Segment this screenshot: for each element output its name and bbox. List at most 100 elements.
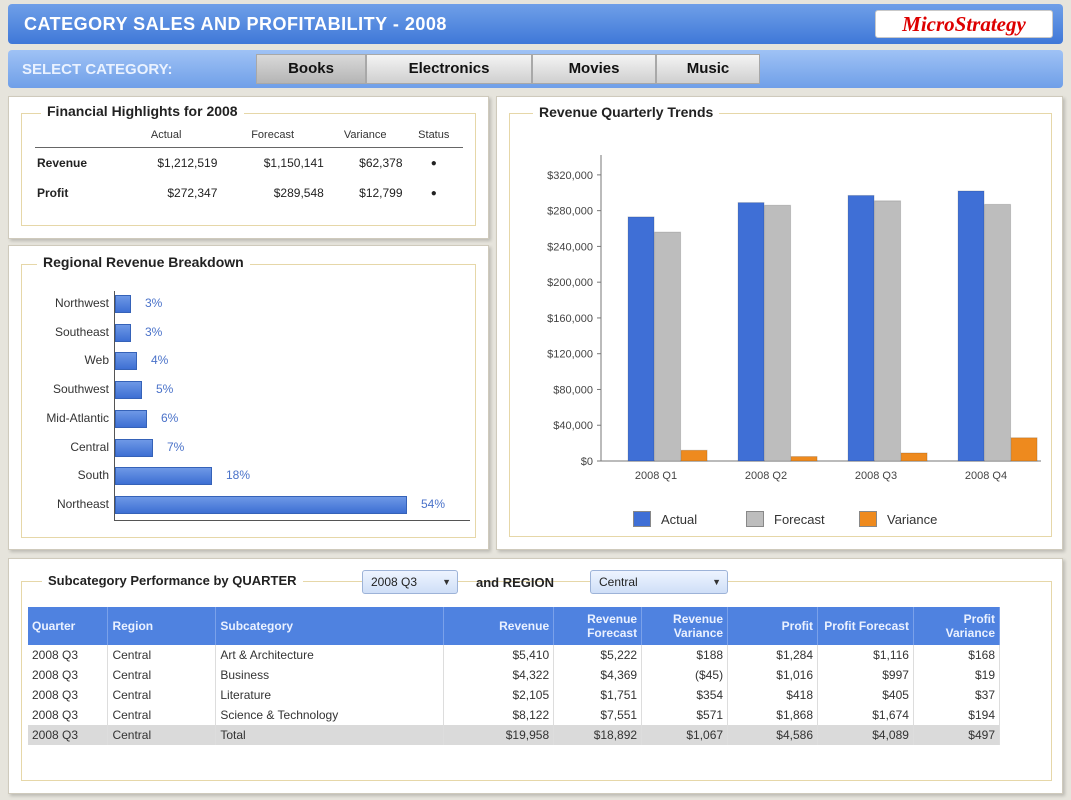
col-variance: Variance	[325, 127, 405, 148]
table-cell: $2,105	[443, 685, 555, 705]
table-cell: $1,674	[817, 705, 914, 725]
regional-bar-pct: 5%	[156, 382, 174, 397]
trend-bar-variance	[1010, 437, 1038, 462]
status-indicator: ●	[430, 157, 437, 169]
regional-bar-pct: 54%	[421, 496, 446, 511]
quarter-select[interactable]: 2008 Q3 ▼	[362, 570, 458, 594]
table-row: 2008 Q3 Central Science & Technology $8,122…	[28, 705, 1001, 725]
table-cell: $4,322	[443, 665, 555, 685]
dropdown-arrow-icon: ▼	[712, 577, 721, 587]
regional-bar-row: Web 4%	[9, 350, 479, 372]
regional-bar-label: South	[77, 468, 109, 483]
tab-books[interactable]: Books	[256, 54, 366, 84]
regional-bar-row: South 18%	[9, 465, 479, 487]
dropdown-arrow-icon: ▼	[442, 577, 451, 587]
regional-bar	[115, 495, 407, 514]
col-profit[interactable]: Profit	[727, 607, 818, 645]
legend-swatch-variance	[859, 511, 877, 527]
col-region[interactable]: Region	[107, 607, 217, 645]
tab-electronics[interactable]: Electronics	[366, 54, 532, 84]
status-indicator: ●	[430, 187, 437, 199]
table-cell: Science & Technology	[215, 705, 445, 725]
table-cell: 2008 Q3	[28, 665, 109, 685]
table-cell: $1,284	[727, 645, 818, 665]
table-row: Profit $272,347 $289,548 $12,799 ●	[35, 178, 463, 208]
table-cell: $4,089	[817, 725, 914, 745]
regional-bar-label: Mid-Atlantic	[46, 410, 109, 425]
row-label: Revenue	[37, 156, 88, 170]
region-select[interactable]: Central ▼	[590, 570, 728, 594]
regional-bar	[115, 409, 147, 428]
regional-bar-pct: 6%	[161, 410, 179, 425]
table-cell: $4,369	[553, 665, 643, 685]
header-bar: CATEGORY SALES AND PROFITABILITY - 2008 …	[8, 4, 1063, 44]
trend-bar-forecast	[764, 204, 792, 462]
subcategory-title: Subcategory Performance by QUARTER	[42, 573, 303, 588]
table-cell: $4,586	[727, 725, 818, 745]
table-cell: 2008 Q3	[28, 705, 109, 725]
quarter-select-value: 2008 Q3	[371, 575, 418, 589]
trend-y-tick-label: $320,000	[547, 170, 593, 182]
regional-bar	[115, 352, 137, 371]
col-profit-forecast[interactable]: Profit Forecast	[817, 607, 914, 645]
table-cell: Central	[107, 645, 217, 665]
trend-bar-variance	[900, 452, 928, 462]
trend-y-tick-label: $120,000	[547, 349, 593, 361]
actual-value: $272,347	[167, 186, 218, 200]
microstrategy-logo: MicroStrategy	[875, 10, 1053, 38]
regional-bar-row: Mid-Atlantic 6%	[9, 408, 479, 430]
table-cell: Total	[215, 725, 445, 745]
regional-revenue-title: Regional Revenue Breakdown	[37, 254, 250, 270]
table-cell: Business	[215, 665, 445, 685]
row-label: Profit	[37, 186, 69, 200]
col-revenue[interactable]: Revenue	[443, 607, 555, 645]
trend-y-tick-label: $280,000	[547, 206, 593, 218]
trend-bar-actual	[957, 190, 985, 462]
regional-bar-row: Southeast 3%	[9, 322, 479, 344]
regional-bar-row: Northwest 3%	[9, 293, 479, 315]
forecast-value: $289,548	[273, 186, 324, 200]
table-cell: Central	[107, 665, 217, 685]
regional-bar	[115, 323, 131, 342]
actual-value: $1,212,519	[157, 156, 218, 170]
col-forecast: Forecast	[219, 127, 326, 148]
region-label: and REGION	[476, 575, 555, 590]
tab-movies[interactable]: Movies	[532, 54, 656, 84]
table-total-row: 2008 Q3 Central Total $19,958 $18,892 $1,067 $…	[28, 725, 1001, 745]
trend-y-tick-label: $80,000	[553, 384, 593, 396]
table-cell: Central	[107, 685, 217, 705]
trend-bar-variance	[680, 449, 708, 462]
col-status: Status	[404, 127, 463, 148]
trend-y-tick-label: $0	[581, 456, 593, 468]
col-revenue-variance[interactable]: Revenue Variance	[641, 607, 729, 645]
table-row: 2008 Q3 Central Business $4,322 $4,369 ($45) $…	[28, 665, 1001, 685]
table-cell: $19	[913, 665, 1001, 685]
col-subcategory[interactable]: Subcategory	[215, 607, 445, 645]
table-cell: $8,122	[443, 705, 555, 725]
trend-x-tick-label: 2008 Q1	[635, 470, 677, 482]
regional-bar	[115, 381, 142, 400]
table-cell: $7,551	[553, 705, 643, 725]
subcategory-table-body: 2008 Q3 Central Art & Architecture $5,410 $5…	[28, 645, 1001, 745]
forecast-value: $1,150,141	[263, 156, 324, 170]
regional-bar-label: Web	[84, 353, 109, 368]
tab-music[interactable]: Music	[656, 54, 760, 84]
regional-bar-row: Northeast 54%	[9, 494, 479, 516]
col-revenue-forecast[interactable]: Revenue Forecast	[553, 607, 643, 645]
col-profit-variance[interactable]: Profit Variance	[913, 607, 1001, 645]
region-select-value: Central	[599, 575, 638, 589]
regional-bar-label: Northeast	[56, 496, 109, 511]
trend-bar-variance	[790, 456, 818, 462]
regional-bar-pct: 4%	[151, 353, 169, 368]
trend-y-tick-label: $160,000	[547, 313, 593, 325]
col-quarter[interactable]: Quarter	[28, 607, 109, 645]
table-cell: $1,868	[727, 705, 818, 725]
trend-y-tick-label: $200,000	[547, 277, 593, 289]
table-cell: $168	[913, 645, 1001, 665]
regional-bar-pct: 7%	[167, 439, 185, 454]
table-row: 2008 Q3 Central Literature $2,105 $1,751 $354…	[28, 685, 1001, 705]
trend-bar-actual	[737, 202, 765, 462]
financial-highlights-table: Actual Forecast Variance Status Revenue …	[35, 127, 463, 208]
table-cell: $1,016	[727, 665, 818, 685]
regional-bar-label: Northwest	[54, 296, 109, 310]
